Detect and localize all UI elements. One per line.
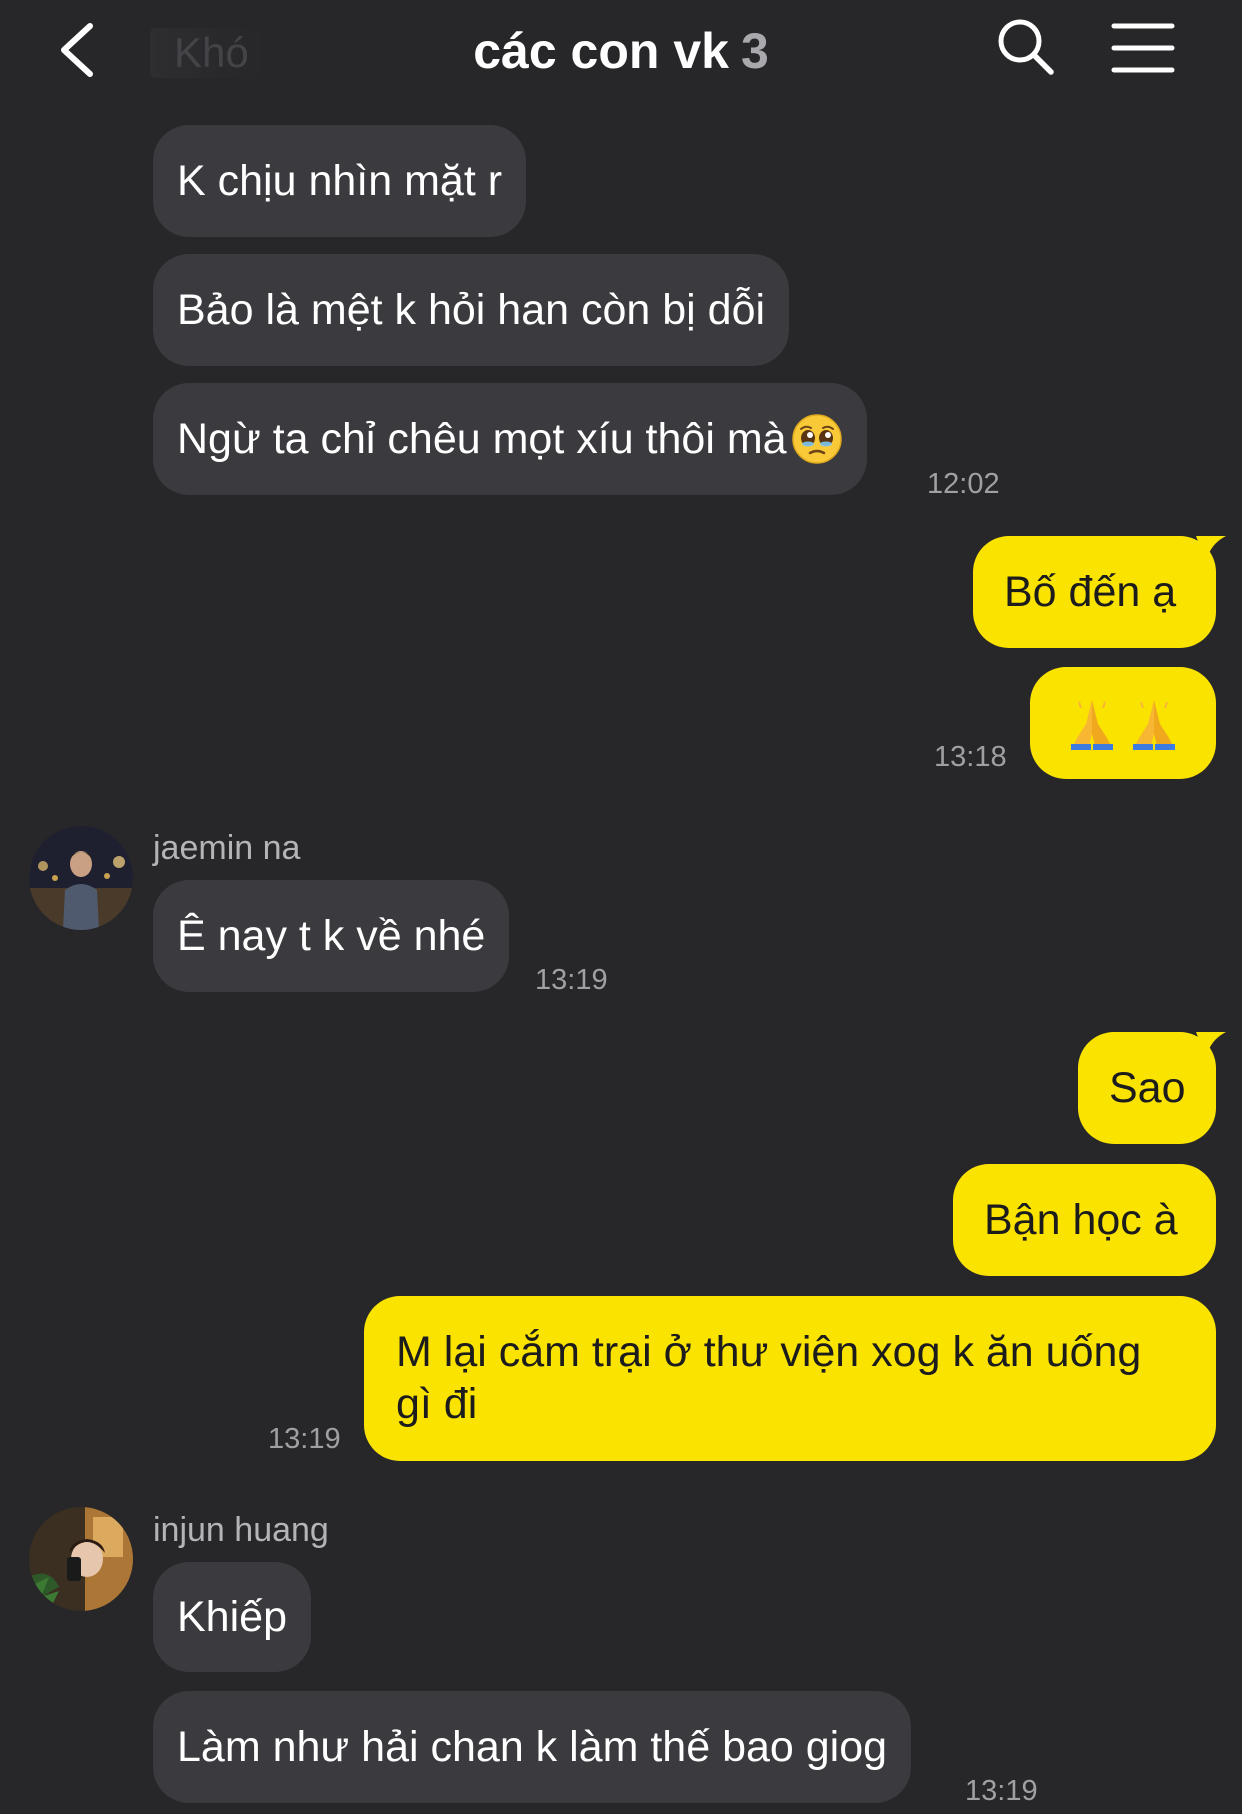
- chat-room-name: các con vk: [473, 23, 729, 79]
- avatar[interactable]: [29, 1507, 133, 1611]
- message-text: Làm như hải chan k làm thế bao giog: [177, 1723, 888, 1771]
- outgoing-message-bubble[interactable]: Bố đến ạ: [973, 536, 1226, 648]
- outgoing-message-bubble[interactable]: [1030, 667, 1216, 779]
- sender-name: injun huang: [153, 1511, 329, 1549]
- message-text: Ê nay t k về nhé: [177, 912, 486, 960]
- message-emoji: [1061, 694, 1185, 752]
- previous-chat-preview[interactable]: Khó: [150, 28, 270, 78]
- incoming-message-bubble[interactable]: Bảo là mệt k hỏi han còn bị dỗi: [153, 254, 790, 366]
- incoming-message-bubble[interactable]: Ngừ ta chỉ chêu mọt xíu thôi mà: [153, 383, 867, 495]
- folded-hands-emoji: [1071, 700, 1113, 750]
- hamburger-menu-icon: [1111, 23, 1175, 73]
- search-button[interactable]: [995, 16, 1057, 78]
- menu-button[interactable]: [1110, 20, 1176, 76]
- avatar-photo: [29, 826, 133, 930]
- outgoing-message-bubble[interactable]: M lại cắm trại ở thư viện xog k ăn uống …: [364, 1296, 1216, 1461]
- message-text: Bận học à: [984, 1196, 1178, 1244]
- chat-header: Khó các con vk 3: [0, 0, 1242, 100]
- message-text: Bảo là mệt k hỏi han còn bị dỗi: [177, 286, 766, 334]
- message-text: Ngừ ta chỉ chêu mọt xíu thôi mà: [177, 415, 787, 463]
- folded-hands-emoji: [1133, 700, 1175, 750]
- message-timestamp: 13:19: [965, 1775, 1038, 1807]
- outgoing-message-bubble[interactable]: Bận học à: [953, 1164, 1216, 1276]
- bubble-tail: [1196, 1032, 1226, 1058]
- incoming-message-bubble[interactable]: K chịu nhìn mặt r: [153, 125, 527, 237]
- back-button[interactable]: [50, 18, 110, 82]
- search-icon: [998, 19, 1054, 75]
- message-text: Bố đến ạ: [1004, 568, 1177, 616]
- message-timestamp: 13:19: [535, 964, 608, 996]
- incoming-message-bubble[interactable]: Ê nay t k về nhé: [153, 880, 510, 992]
- sender-name: jaemin na: [153, 829, 301, 867]
- outgoing-message-bubble[interactable]: Sao: [1078, 1032, 1226, 1144]
- bubble-tail: [1196, 536, 1226, 562]
- incoming-message-bubble[interactable]: Làm như hải chan k làm thế bao giog: [153, 1691, 912, 1803]
- incoming-message-bubble[interactable]: Khiếp: [153, 1562, 311, 1672]
- message-timestamp: 13:18: [934, 741, 1007, 773]
- message-text: M lại cắm trại ở thư viện xog k ăn uống …: [396, 1328, 1142, 1428]
- chevron-left-icon: [61, 23, 93, 77]
- member-count: 3: [740, 23, 769, 79]
- message-timestamp: 13:19: [268, 1423, 341, 1455]
- message-text: Khiếp: [177, 1593, 287, 1641]
- message-text: K chịu nhìn mặt r: [177, 157, 503, 205]
- message-text: Sao: [1109, 1064, 1186, 1112]
- avatar[interactable]: [29, 826, 133, 930]
- avatar-photo: [29, 1507, 133, 1611]
- message-timestamp: 12:02: [927, 468, 1000, 500]
- pleading-face-emoji: [791, 414, 842, 464]
